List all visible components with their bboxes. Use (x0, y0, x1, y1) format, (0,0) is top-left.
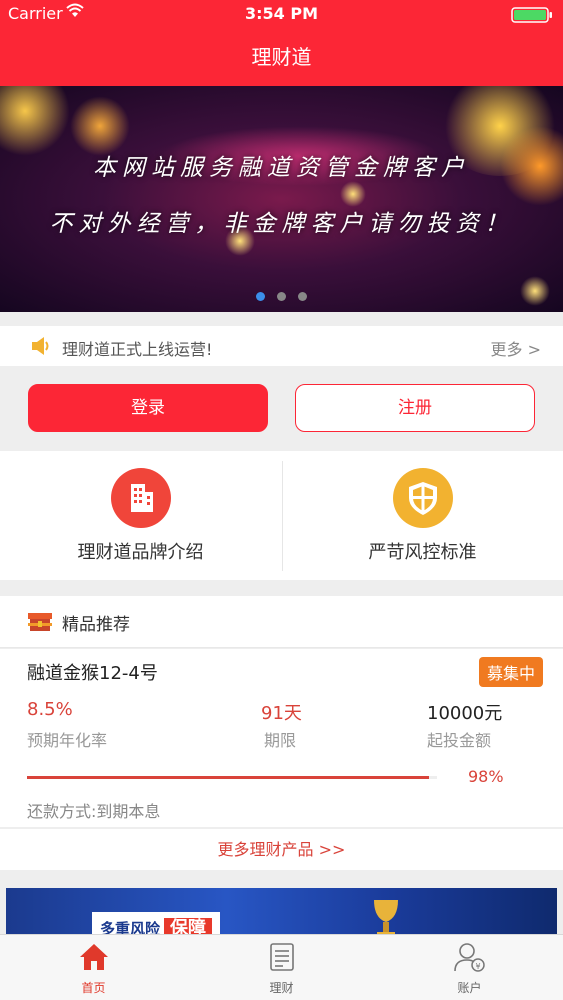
ad-banner[interactable]: 多重风险 保障 (6, 888, 557, 938)
shield-icon (392, 468, 453, 528)
pager-dot-3[interactable] (298, 292, 307, 301)
register-button[interactable]: 注册 (295, 384, 535, 432)
notice-bar[interactable]: 理财道正式上线运营! 更多 > (0, 326, 563, 366)
term-value: 91天 (261, 703, 302, 724)
rate-label: 预期年化率 (27, 731, 108, 750)
progress-fill (27, 776, 429, 779)
auth-section: 登录 注册 (0, 366, 563, 450)
feature-label: 理财道品牌介绍 (77, 542, 204, 563)
banner-pager[interactable] (0, 286, 563, 305)
banner-headline: 本网站服务融道资管金牌客户 (93, 155, 470, 181)
login-button[interactable]: 登录 (28, 384, 268, 432)
speaker-icon (30, 335, 52, 361)
tab-invest[interactable]: 理财 (188, 935, 375, 1000)
tab-label: 首页 (81, 981, 106, 995)
pager-dot-2[interactable] (277, 292, 286, 301)
status-bar: Carrier 3:54 PM (0, 0, 563, 28)
bokeh-light (70, 96, 130, 156)
product-card[interactable]: 融道金猴12-4号 募集中 8.5% 预期年化率 91天 期限 10000元 起… (0, 649, 563, 827)
recommend-title: 精品推荐 (62, 615, 130, 635)
feature-label: 严苛风控标准 (368, 542, 477, 563)
progress-bar (27, 776, 437, 779)
rate-value: 8.5% (27, 699, 73, 720)
tab-home[interactable]: 首页 (0, 935, 187, 1000)
min-investment-value: 10000元 (427, 703, 503, 724)
battery-icon (511, 7, 553, 23)
promo-banner[interactable]: 本网站服务融道资管金牌客户 不对外经营，非金牌客户请勿投资！ (0, 86, 563, 312)
feature-risk-control[interactable]: 严苛风控标准 (282, 451, 563, 580)
product-name: 融道金猴12-4号 (27, 663, 158, 684)
notice-text: 理财道正式上线运营! (62, 340, 213, 359)
account-icon: ¥ (453, 941, 486, 973)
treasure-chest-icon (26, 607, 54, 639)
tab-label: 账户 (457, 981, 482, 995)
tab-label: 理财 (269, 981, 294, 995)
progress-percent: 98% (468, 767, 504, 786)
tab-bar: 首页 理财 ¥ 账户 (0, 934, 563, 1000)
clock: 3:54 PM (244, 4, 318, 23)
notice-more-link[interactable]: 更多 > (491, 336, 542, 360)
list-icon (266, 941, 298, 973)
repayment-method: 还款方式:到期本息 (27, 802, 161, 821)
home-icon (78, 941, 110, 973)
feature-brand-intro[interactable]: 理财道品牌介绍 (0, 451, 281, 580)
tab-account[interactable]: ¥ 账户 (376, 935, 563, 1000)
page-title: 理财道 (251, 45, 312, 69)
building-icon (110, 468, 171, 528)
feature-grid: 理财道品牌介绍 严苛风控标准 (0, 451, 563, 580)
trophy-icon (366, 896, 406, 938)
svg-text:¥: ¥ (475, 962, 480, 971)
banner-subline: 不对外经营，非金牌客户请勿投资！ (49, 211, 514, 237)
recommend-header: 精品推荐 (0, 596, 563, 648)
pager-dot-1[interactable] (256, 292, 265, 301)
bokeh-light (0, 86, 70, 156)
term-label: 期限 (264, 731, 297, 750)
status-badge: 募集中 (478, 657, 543, 687)
nav-bar: 理财道 (0, 28, 563, 86)
min-investment-label: 起投金额 (427, 731, 492, 750)
more-products-link[interactable]: 更多理财产品 >> (0, 828, 563, 870)
